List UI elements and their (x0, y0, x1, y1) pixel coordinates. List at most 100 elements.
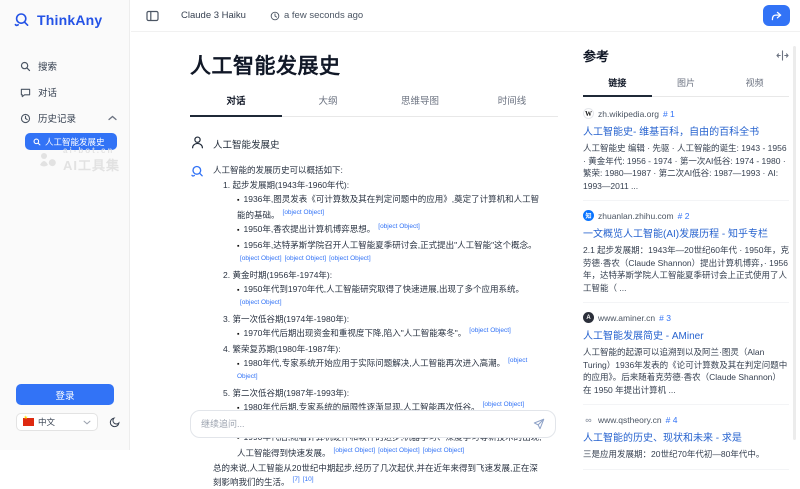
answer-section: 3. 第一次低谷期(1974年-1980年): 1970年代后期出现资金和重视度… (213, 312, 543, 342)
sidebar-toggle-button[interactable] (146, 10, 159, 22)
watermark-text: ai-bot.cn AI工具集 (63, 146, 120, 174)
dark-mode-toggle[interactable] (109, 416, 121, 428)
citation-link[interactable]: [object Object] (283, 209, 325, 216)
reference-item: www.qstheory.cn # 4 人工智能的历史、现状和未来 - 求是 三… (583, 405, 789, 470)
citation-link[interactable]: [10] (303, 476, 314, 483)
section-bullet: 1956年,达特茅斯学院召开人工智能夏季研讨会,正式提出"人工智能"这个概念。[… (237, 238, 543, 268)
tab-timeline[interactable]: 时间线 (466, 93, 558, 116)
search-icon (33, 138, 41, 146)
cn-flag-icon (23, 418, 34, 426)
citation-link[interactable]: [object Object] (334, 447, 376, 454)
reference-source-row[interactable]: zh.wikipedia.org # 1 (583, 108, 789, 119)
answer-conclusion: 总的来说,人工智能从20世纪中期起步,经历了几次起伏,并在近年来得到飞速发展,正… (213, 461, 543, 489)
timestamp: a few seconds ago (284, 10, 363, 21)
reference-source-row[interactable]: www.aminer.cn # 3 (583, 312, 789, 323)
references-list: zh.wikipedia.org # 1 人工智能史- 维基百科，自由的百科全书… (583, 99, 789, 470)
reference-title-link[interactable]: 人工智能发展简史 - AMiner (583, 327, 789, 342)
sidebar-item-search[interactable]: 搜索 (0, 53, 129, 79)
citation-link[interactable]: [object Object] (483, 401, 525, 408)
reference-rank: # 4 (666, 415, 678, 425)
brand-logo[interactable]: ThinkAny (0, 0, 129, 29)
reference-domain: www.qstheory.cn (598, 415, 662, 425)
section-bullet: 1936年,图灵发表《可计算数及其在判定问题中的应用》,奠定了计算机和人工智能的… (237, 192, 543, 222)
expand-horizontal-icon (776, 50, 789, 61)
main-content: 人工智能发展史 对话 大纲 思维导图 时间线 人工智能发展史 (190, 50, 558, 450)
section-heading: 2. 黄金时期(1956年-1974年): (213, 268, 543, 282)
tab-outline[interactable]: 大纲 (282, 93, 374, 116)
sidebar: ThinkAny 搜索 对话 (0, 0, 130, 450)
reference-snippet: 2.1 起步发展期：1943年—20世纪60年代 · 1950年，克劳德·香农（… (583, 244, 789, 294)
reference-item: zhuanlan.zhihu.com # 2 一文概览人工智能(AI)发展历程 … (583, 201, 789, 303)
panel-collapse-icon (146, 10, 159, 22)
sidebar-menu: 搜索 对话 历史记录 (0, 53, 129, 150)
panel-expand-button[interactable] (776, 50, 789, 61)
user-message-row: 人工智能发展史 (190, 134, 558, 151)
tab-mindmap[interactable]: 思维导图 (374, 93, 466, 116)
reference-source-row[interactable]: zhuanlan.zhihu.com # 2 (583, 210, 789, 221)
tab-videos[interactable]: 视频 (720, 76, 789, 96)
favicon-icon (583, 210, 594, 221)
reference-snippet: 人工智能史 编辑 · 先驱 · 人工智能的诞生: 1943 - 1956 · 黄… (583, 142, 789, 192)
model-name: Claude 3 Haiku (181, 10, 246, 21)
send-icon (533, 418, 545, 430)
language-row: 中文 (16, 413, 121, 431)
reference-rank: # 1 (663, 109, 675, 119)
moon-icon (109, 416, 121, 428)
sidebar-item-history[interactable]: 历史记录 (0, 105, 129, 131)
section-bullet: 1970年代后期出现资金和重视度下降,陷入"人工智能寒冬"。[object Ob… (237, 326, 543, 342)
assistant-answer: 人工智能的发展历史可以概括如下: 1. 起步发展期(1943年-1960年代):… (213, 163, 543, 489)
answer-section: 2. 黄金时期(1956年-1974年): 1950年代到1970年代,人工智能… (213, 268, 543, 312)
share-button[interactable] (763, 5, 790, 26)
section-heading: 5. 第二次低谷期(1987年-1993年): (213, 386, 543, 400)
clock-icon (270, 11, 280, 21)
citation-link[interactable]: [object Object] (378, 223, 420, 230)
content-tabs: 对话 大纲 思维导图 时间线 (190, 93, 558, 117)
tab-links[interactable]: 链接 (583, 76, 652, 96)
reference-title-link[interactable]: 人工智能的历史、现状和未来 - 求是 (583, 429, 789, 444)
favicon-icon (583, 414, 594, 425)
answer-section: 1. 起步发展期(1943年-1960年代): 1936年,图灵发表《可计算数及… (213, 178, 543, 268)
reference-title-link[interactable]: 人工智能史- 维基百科，自由的百科全书 (583, 123, 789, 138)
assistant-avatar-icon (190, 163, 206, 489)
sidebar-item-label: 历史记录 (38, 111, 76, 125)
references-panel: 参考 链接 图片 视频 zh. (583, 46, 789, 450)
reference-source-row[interactable]: www.qstheory.cn # 4 (583, 414, 789, 425)
section-bullet: 1950年代到1970年代,人工智能研究取得了快速进展,出现了多个应用系统。[o… (237, 282, 543, 312)
references-header: 参考 (583, 46, 789, 65)
language-select[interactable]: 中文 (16, 413, 98, 431)
citation-link[interactable]: [object Object] (240, 299, 282, 306)
section-heading: 3. 第一次低谷期(1974年-1980年): (213, 312, 543, 326)
references-title: 参考 (583, 46, 609, 65)
favicon-icon (583, 312, 594, 323)
tab-images[interactable]: 图片 (652, 76, 721, 96)
citation-link[interactable]: [7] (293, 476, 300, 483)
reference-domain: zh.wikipedia.org (598, 109, 659, 119)
citation-link[interactable]: [object Object] (378, 447, 420, 454)
section-heading: 4. 繁荣复苏期(1980年-1987年): (213, 342, 543, 356)
sidebar-item-chat[interactable]: 对话 (0, 79, 129, 105)
reference-title-link[interactable]: 一文概览人工智能(AI)发展历程 - 知乎专栏 (583, 225, 789, 240)
watermark: ai-bot.cn AI工具集 (38, 146, 120, 174)
language-label: 中文 (38, 416, 79, 428)
favicon-icon (583, 108, 594, 119)
watermark-logo-icon (38, 151, 58, 169)
reference-item: zh.wikipedia.org # 1 人工智能史- 维基百科，自由的百科全书… (583, 99, 789, 201)
citation-link[interactable]: [object Object] (423, 447, 465, 454)
tab-chat[interactable]: 对话 (190, 93, 282, 116)
answer-intro: 人工智能的发展历史可以概括如下: (213, 163, 543, 177)
timestamp-group: a few seconds ago (270, 10, 363, 21)
sidebar-item-label: 对话 (38, 85, 57, 99)
references-scrollbar[interactable] (793, 46, 796, 440)
citation-link[interactable]: [object Object] (329, 255, 371, 262)
citation-link[interactable]: [object Object] (285, 255, 327, 262)
app-window: ThinkAny 搜索 对话 (0, 0, 800, 450)
thinkany-logo-icon (13, 11, 31, 29)
topbar: Claude 3 Haiku a few seconds ago (131, 0, 800, 32)
citation-link[interactable]: [object Object] (240, 255, 282, 262)
section-bullet: 1950年,香农提出计算机博弈思想。[object Object] (237, 222, 543, 238)
citation-link[interactable]: [object Object] (469, 327, 511, 334)
followup-input[interactable] (201, 419, 533, 429)
assistant-message-row: 人工智能的发展历史可以概括如下: 1. 起步发展期(1943年-1960年代):… (190, 163, 558, 489)
login-button[interactable]: 登录 (16, 384, 114, 405)
send-button[interactable] (533, 418, 545, 430)
